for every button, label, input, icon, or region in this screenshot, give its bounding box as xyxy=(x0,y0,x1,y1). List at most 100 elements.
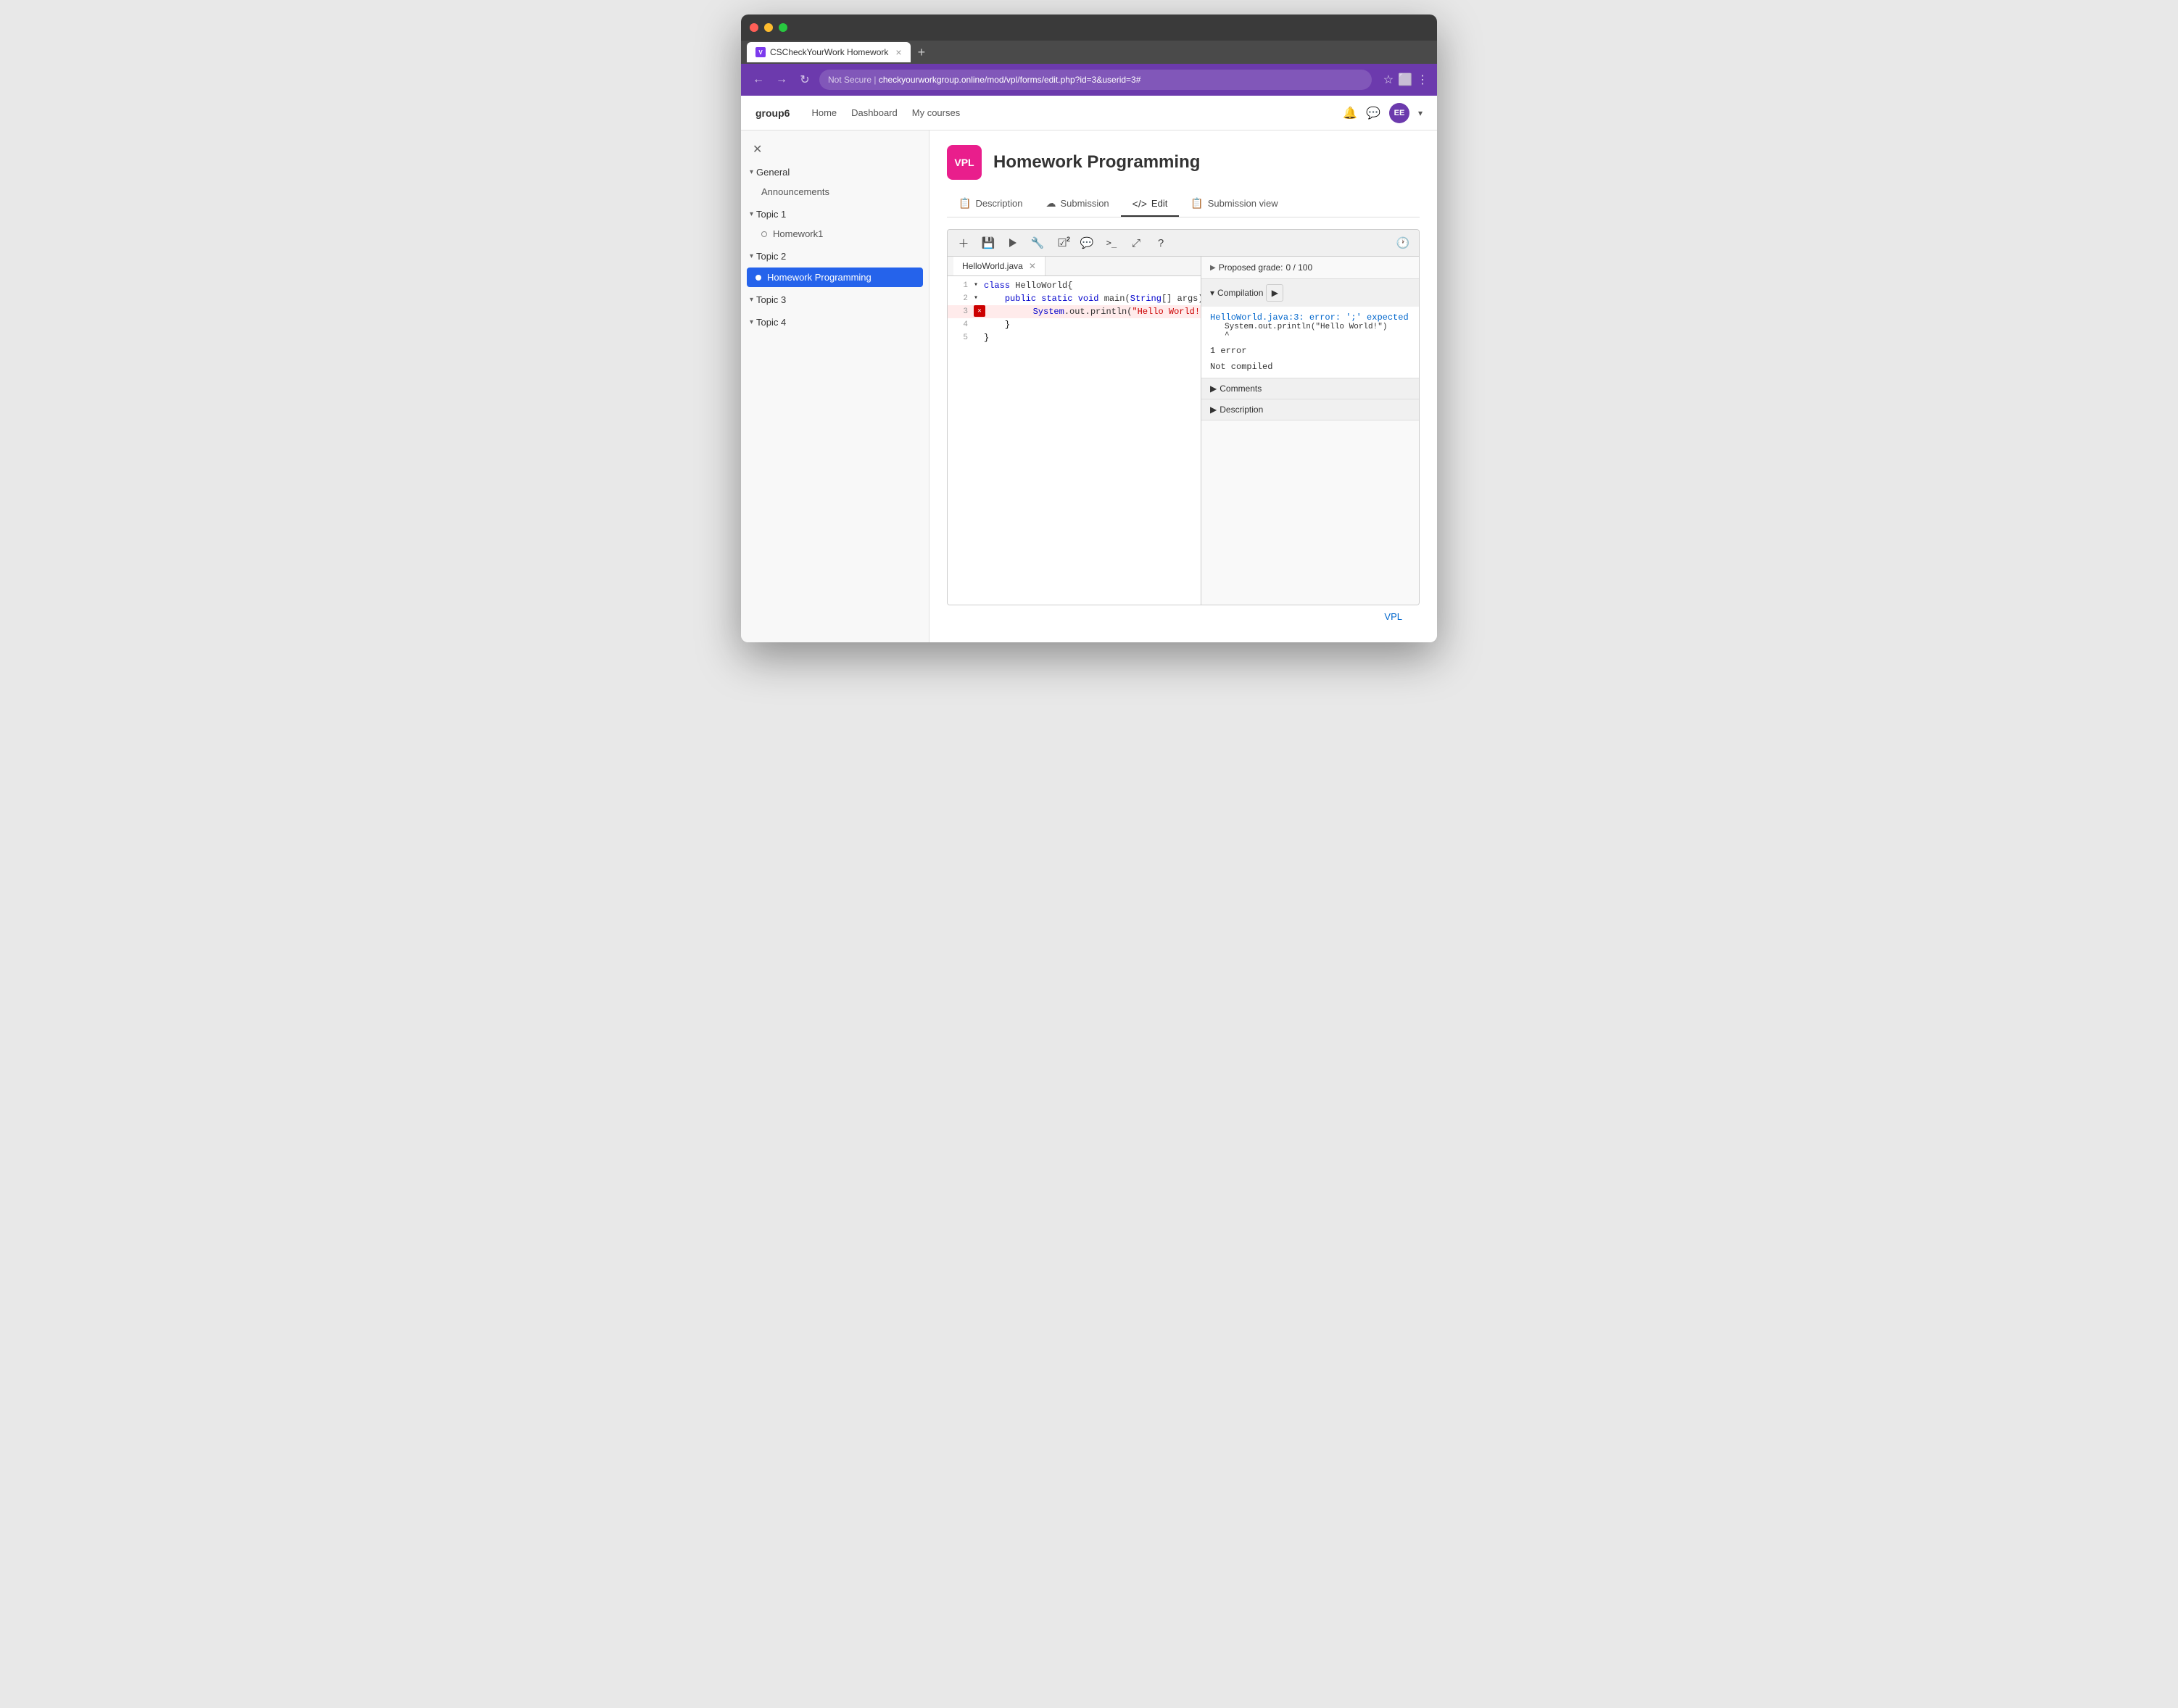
page-title: Homework Programming xyxy=(993,152,1200,173)
homework-programming-dot xyxy=(755,275,761,281)
edit-icon: </> xyxy=(1133,198,1147,210)
tab-close-button[interactable]: × xyxy=(895,46,901,58)
toolbar-terminal-button[interactable]: >_ xyxy=(1101,233,1122,253)
code-line-2: 2 ▾ public static void main(String[] arg… xyxy=(948,292,1201,305)
topic1-label: Topic 1 xyxy=(756,209,786,220)
compile-error-caret: ^ xyxy=(1225,331,1410,340)
toolbar-debug-button[interactable]: 🔧 xyxy=(1027,233,1048,253)
address-box[interactable]: Not Secure | checkyourworkgroup.online/m… xyxy=(819,70,1372,90)
editor-content[interactable]: 1 ▾ class HelloWorld{ 2 ▾ public static … xyxy=(948,276,1201,605)
line-number-1: 1 xyxy=(948,279,974,292)
nav-my-courses[interactable]: My courses xyxy=(912,107,960,118)
tab-submission[interactable]: ☁ Submission xyxy=(1034,191,1120,217)
toolbar-evaluate-button[interactable]: ☑2 xyxy=(1052,233,1072,253)
code-line-1: 1 ▾ class HelloWorld{ xyxy=(948,279,1201,292)
address-text: Not Secure | checkyourworkgroup.online/m… xyxy=(828,75,1140,85)
editor-filename: HelloWorld.java xyxy=(962,261,1023,271)
page-nav: group6 Home Dashboard My courses 🔔 💬 EE … xyxy=(741,96,1437,130)
description-triangle: ▶ xyxy=(1210,405,1217,415)
page-header-icon: VPL xyxy=(947,145,982,180)
toolbar-help-button[interactable]: ? xyxy=(1151,233,1171,253)
sidebar-topic2-header[interactable]: ▾ Topic 2 xyxy=(741,246,929,266)
main-layout: ✕ ▾ General Announcements ▾ Topic 1 Home… xyxy=(741,130,1437,642)
code-editor: HelloWorld.java ✕ 1 ▾ class HelloWorld{ xyxy=(948,257,1201,605)
fold-marker-1: ▾ xyxy=(974,279,978,292)
toolbar-run-button[interactable] xyxy=(1003,233,1023,253)
tab-description[interactable]: 📋 Description xyxy=(947,191,1034,217)
comments-section: ▶ Comments xyxy=(1201,378,1419,399)
user-menu-chevron[interactable]: ▾ xyxy=(1418,108,1423,118)
sidebar-general-header[interactable]: ▾ General xyxy=(741,162,929,182)
menu-button[interactable]: ⋮ xyxy=(1417,72,1428,87)
vpl-footer-link[interactable]: VPL xyxy=(1384,611,1402,622)
tab-submission-view[interactable]: 📋 Submission view xyxy=(1179,191,1289,217)
sidebar-topic4-header[interactable]: ▾ Topic 4 xyxy=(741,312,929,332)
line-content-5: } xyxy=(981,331,1201,344)
editor-tab-close[interactable]: ✕ xyxy=(1029,261,1036,271)
comments-header[interactable]: ▶ Comments xyxy=(1201,378,1419,399)
error-marker-3: ✕ xyxy=(974,305,985,317)
page-header: VPL Homework Programming xyxy=(947,145,1420,180)
traffic-light-red[interactable] xyxy=(750,23,758,32)
extension-button[interactable]: ⬜ xyxy=(1398,72,1412,87)
page-footer: VPL xyxy=(947,605,1420,628)
general-chevron: ▾ xyxy=(750,168,753,176)
toolbar-clock-button[interactable]: 🕐 xyxy=(1393,233,1413,253)
vpl-toolbar: ＋ 💾 🔧 ☑2 💬 >_ ⤢ ? 🕐 xyxy=(948,230,1419,257)
messages-icon[interactable]: 💬 xyxy=(1366,106,1380,120)
compile-summary-not-compiled: Not compiled xyxy=(1210,362,1410,372)
bookmark-button[interactable]: ☆ xyxy=(1383,72,1394,87)
compilation-run-button[interactable]: ▶ xyxy=(1266,284,1283,302)
compile-summary-error-count: 1 error xyxy=(1210,346,1410,356)
sidebar-section-general: ▾ General Announcements xyxy=(741,162,929,202)
topic2-chevron: ▾ xyxy=(750,252,753,260)
refresh-button[interactable]: ↻ xyxy=(796,71,813,88)
toolbar-save-button[interactable]: 💾 xyxy=(978,233,998,253)
code-lines: 1 ▾ class HelloWorld{ 2 ▾ public static … xyxy=(948,276,1201,347)
compilation-body: HelloWorld.java:3: error: ';' expected S… xyxy=(1201,307,1419,378)
toolbar-comments-button[interactable]: 💬 xyxy=(1077,233,1097,253)
comments-label: Comments xyxy=(1220,384,1262,394)
tab-favicon: V xyxy=(755,47,766,57)
nav-dashboard[interactable]: Dashboard xyxy=(851,107,898,118)
sidebar-item-announcements[interactable]: Announcements xyxy=(741,182,929,202)
toolbar-fullscreen-button[interactable]: ⤢ xyxy=(1126,233,1146,253)
fold-marker-2: ▾ xyxy=(974,292,978,305)
back-button[interactable]: ← xyxy=(750,71,767,88)
line-content-1: class HelloWorld{ xyxy=(981,279,1201,292)
homework1-dot xyxy=(761,231,767,237)
browser-tab[interactable]: V CSCheckYourWork Homework × xyxy=(747,42,911,62)
line-number-3: 3 xyxy=(948,305,974,318)
tabs: 📋 Description ☁ Submission </> Edit 📋 Su… xyxy=(947,191,1420,217)
site-logo[interactable]: group6 xyxy=(755,107,790,119)
sidebar: ✕ ▾ General Announcements ▾ Topic 1 Home… xyxy=(741,130,929,642)
code-line-4: 4 ▾ } xyxy=(948,318,1201,331)
editor-file-tab[interactable]: HelloWorld.java ✕ xyxy=(953,257,1045,275)
compile-error-text: System.out.println("Hello World!") xyxy=(1225,323,1410,331)
sidebar-close-button[interactable]: ✕ xyxy=(741,139,929,162)
line-number-4: 4 xyxy=(948,318,974,331)
forward-button[interactable]: → xyxy=(773,71,790,88)
topic1-chevron: ▾ xyxy=(750,210,753,218)
description-header[interactable]: ▶ Description xyxy=(1201,399,1419,420)
sidebar-item-homework1[interactable]: Homework1 xyxy=(741,224,929,244)
user-badge[interactable]: EE xyxy=(1389,103,1409,123)
compile-error-link[interactable]: HelloWorld.java:3: error: ';' expected xyxy=(1210,312,1410,323)
submission-view-icon: 📋 xyxy=(1191,197,1203,210)
proposed-grade-value: 0 / 100 xyxy=(1285,262,1312,273)
sidebar-topic3-header[interactable]: ▾ Topic 3 xyxy=(741,290,929,310)
traffic-light-green[interactable] xyxy=(779,23,787,32)
sidebar-item-homework-programming[interactable]: Homework Programming xyxy=(747,268,923,287)
traffic-light-yellow[interactable] xyxy=(764,23,773,32)
tab-edit[interactable]: </> Edit xyxy=(1121,191,1180,217)
notifications-icon[interactable]: 🔔 xyxy=(1343,106,1357,120)
new-tab-button[interactable]: + xyxy=(918,45,926,60)
sidebar-topic1-header[interactable]: ▾ Topic 1 xyxy=(741,204,929,224)
nav-home[interactable]: Home xyxy=(811,107,837,118)
grade-triangle: ▶ xyxy=(1210,264,1216,272)
line-content-2: public static void main(String[] args){ xyxy=(981,292,1201,305)
toolbar-add-button[interactable]: ＋ xyxy=(953,233,974,253)
compilation-header[interactable]: ▾ Compilation ▶ xyxy=(1201,279,1419,307)
code-line-5: 5 ▾ } xyxy=(948,331,1201,344)
vpl-body: HelloWorld.java ✕ 1 ▾ class HelloWorld{ xyxy=(948,257,1419,605)
